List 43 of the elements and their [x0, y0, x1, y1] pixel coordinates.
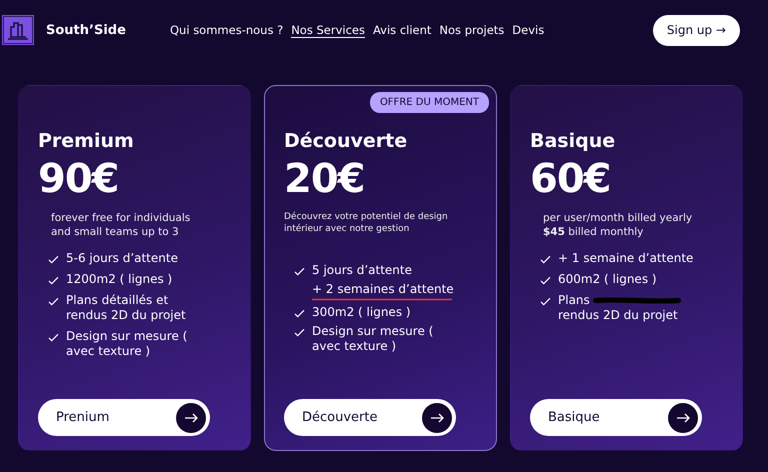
feature-text: 1200m2 ( lignes ) — [66, 272, 172, 288]
plan-name: Basique — [530, 130, 616, 152]
plan-button[interactable]: Découverte — [284, 399, 456, 436]
feature-text: 5 jours d’attente — [312, 263, 412, 278]
nav-link[interactable]: Avis client — [372, 22, 432, 38]
nav-link[interactable]: Qui sommes-nous ? — [170, 22, 284, 38]
plan-name: Découverte — [284, 130, 408, 152]
feature-text: 300m2 ( lignes ) — [312, 305, 411, 320]
feature-text: 600m2 ( lignes ) — [558, 272, 657, 288]
feature-text: + 1 semaine d’attente — [558, 251, 694, 266]
check-icon — [540, 255, 551, 264]
nav-link[interactable]: Devis — [512, 22, 544, 38]
plan-button[interactable]: Basique — [530, 399, 702, 436]
feature-text: + 2 semaines d’attente — [312, 282, 454, 298]
plan-price: 60€ — [530, 156, 612, 202]
nav-link[interactable]: Nos Services — [291, 22, 365, 38]
plan-price: 20€ — [284, 156, 366, 202]
plan-name: Premium — [38, 130, 135, 152]
plan-description: per user/month billed yearly $45 billed monthly — [543, 212, 694, 240]
check-icon — [48, 276, 59, 286]
check-icon — [48, 297, 59, 306]
building-logo-icon — [2, 15, 34, 45]
check-icon — [540, 276, 551, 286]
plan-description: forever free for individuals and small teams up to 3 — [51, 212, 192, 240]
plan-button[interactable]: Prenium — [38, 399, 210, 436]
plan-description: Découvrez votre potentiel de design intérieur avec notre gestion — [284, 212, 449, 236]
brand-name: South’Side — [46, 22, 126, 38]
feature-text: 5-6 jours d’attente — [66, 251, 178, 266]
check-icon — [48, 333, 59, 342]
check-icon — [540, 297, 551, 306]
feature-text: Plans détaillés et rendus 2D du projet — [66, 293, 186, 324]
plan-price: 90€ — [38, 156, 120, 202]
nav-link[interactable]: Nos projets — [439, 22, 504, 38]
check-icon — [294, 309, 305, 318]
sign-up-button[interactable]: Sign up → — [652, 14, 740, 46]
check-icon — [48, 255, 59, 264]
offer-badge: OFFRE DU MOMENT — [370, 92, 489, 113]
feature-text: Design sur mesure ( avec texture ) — [312, 324, 434, 354]
feature-text: Design sur mesure ( avec texture ) — [66, 329, 188, 360]
feature-text: Plans — [558, 293, 590, 308]
check-icon — [294, 328, 305, 338]
feature-text: rendus 2D du projet — [558, 308, 678, 324]
check-icon — [294, 267, 305, 276]
